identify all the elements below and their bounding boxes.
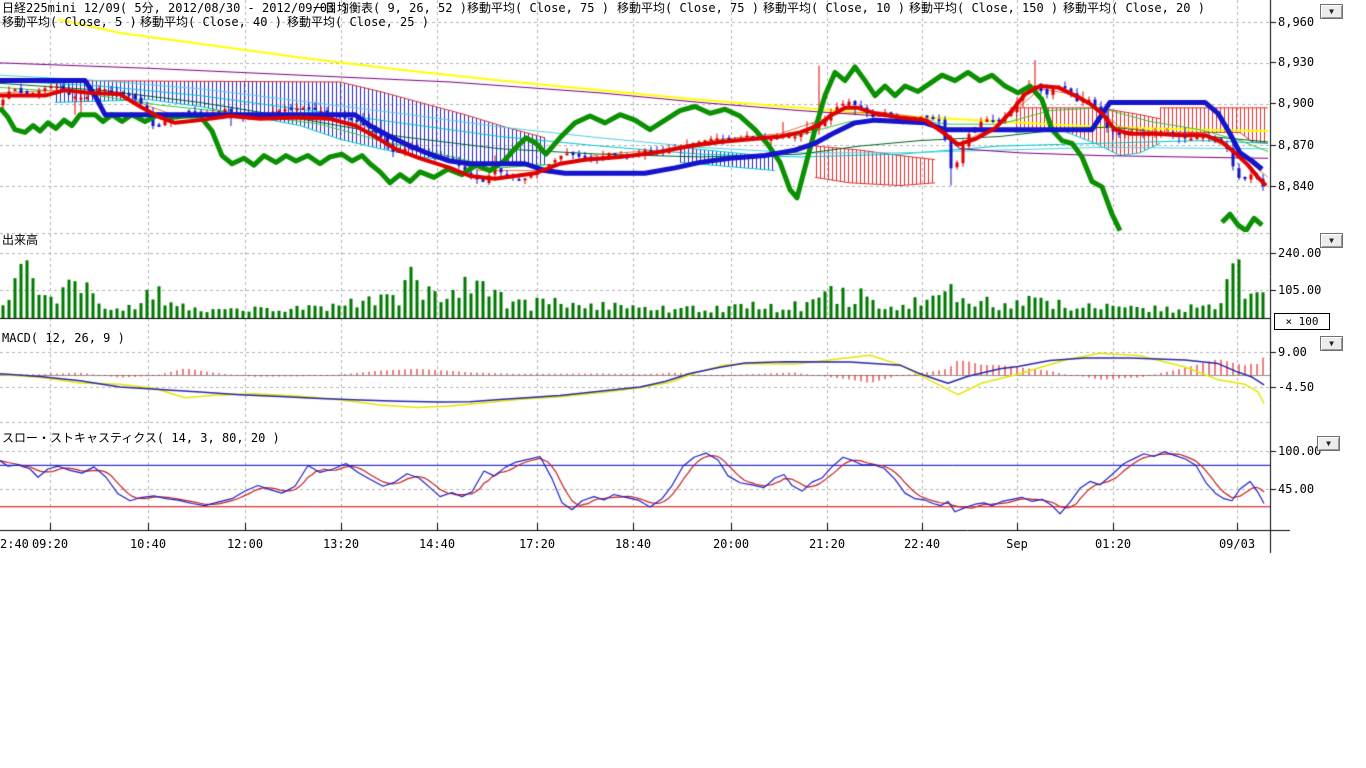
chevron-down-icon: ▼ [1329,340,1334,348]
time-axis-label: 2:40 [0,537,29,551]
legend-ma-150: 移動平均( Close, 150 ) [909,2,1058,15]
legend-ma-25: 移動平均( Close, 25 ) [287,16,429,29]
time-axis-label: 17:20 [519,537,555,551]
legend-ma-5: 移動平均( Close, 5 ) [2,16,137,29]
stoch-scale-dropdown-button[interactable]: ▼ [1317,436,1340,451]
macd-panel-label: MACD( 12, 26, 9 ) [2,332,125,345]
time-axis-label: 21:20 [809,537,845,551]
time-axis-label: 18:40 [615,537,651,551]
price-axis-label: 8,960 [1278,16,1314,28]
stoch-axis-label: 100.00 [1278,445,1321,457]
price-axis-label: 8,930 [1278,56,1314,68]
volume-axis-label: 240.00 [1278,247,1321,259]
volume-scale-dropdown-button[interactable]: ▼ [1320,233,1343,248]
volume-axis-label: 105.00 [1278,284,1321,296]
stoch-panel-label: スロー・ストキャスティクス( 14, 3, 80, 20 ) [2,432,280,445]
chart-canvas[interactable] [0,0,1366,768]
price-axis-label: 8,840 [1278,180,1314,192]
time-axis-label: 01:20 [1095,537,1131,551]
legend-ma-20: 移動平均( Close, 20 ) [1063,2,1205,15]
chart-title: 日経225mini 12/09( 5分, 2012/08/30 - 2012/0… [2,2,349,15]
time-axis-label: 09/03 [1219,537,1255,551]
price-scale-dropdown-button[interactable]: ▼ [1320,4,1343,19]
time-axis-label: 22:40 [904,537,940,551]
time-axis-label: Sep [1006,537,1028,551]
legend-ma-40: 移動平均( Close, 40 ) [140,16,282,29]
chevron-down-icon: ▼ [1329,237,1334,245]
volume-multiplier-badge: × 100 [1274,313,1330,330]
price-axis-label: 8,900 [1278,97,1314,109]
legend-ma-75a: 移動平均( Close, 75 ) [467,2,609,15]
macd-axis-label: -4.50 [1278,381,1314,393]
time-axis-label: 10:40 [130,537,166,551]
legend-ma-75b: 移動平均( Close, 75 ) [617,2,759,15]
macd-axis-label: 9.00 [1278,346,1307,358]
chevron-down-icon: ▼ [1329,8,1334,16]
stoch-axis-label: 45.00 [1278,483,1314,495]
legend-ma-10: 移動平均( Close, 10 ) [763,2,905,15]
time-axis-label: 13:20 [323,537,359,551]
trading-chart-window: 日経225mini 12/09( 5分, 2012/08/30 - 2012/0… [0,0,1366,768]
price-axis-label: 8,870 [1278,139,1314,151]
time-axis-label: 14:40 [419,537,455,551]
time-axis-label: 12:00 [227,537,263,551]
chevron-down-icon: ▼ [1326,440,1331,448]
volume-panel-label: 出来高 [2,234,38,247]
legend-ichimoku: 一目均衡表( 9, 26, 52 ) [313,2,467,15]
time-axis-label: 09:20 [32,537,68,551]
macd-scale-dropdown-button[interactable]: ▼ [1320,336,1343,351]
time-axis-label: 20:00 [713,537,749,551]
